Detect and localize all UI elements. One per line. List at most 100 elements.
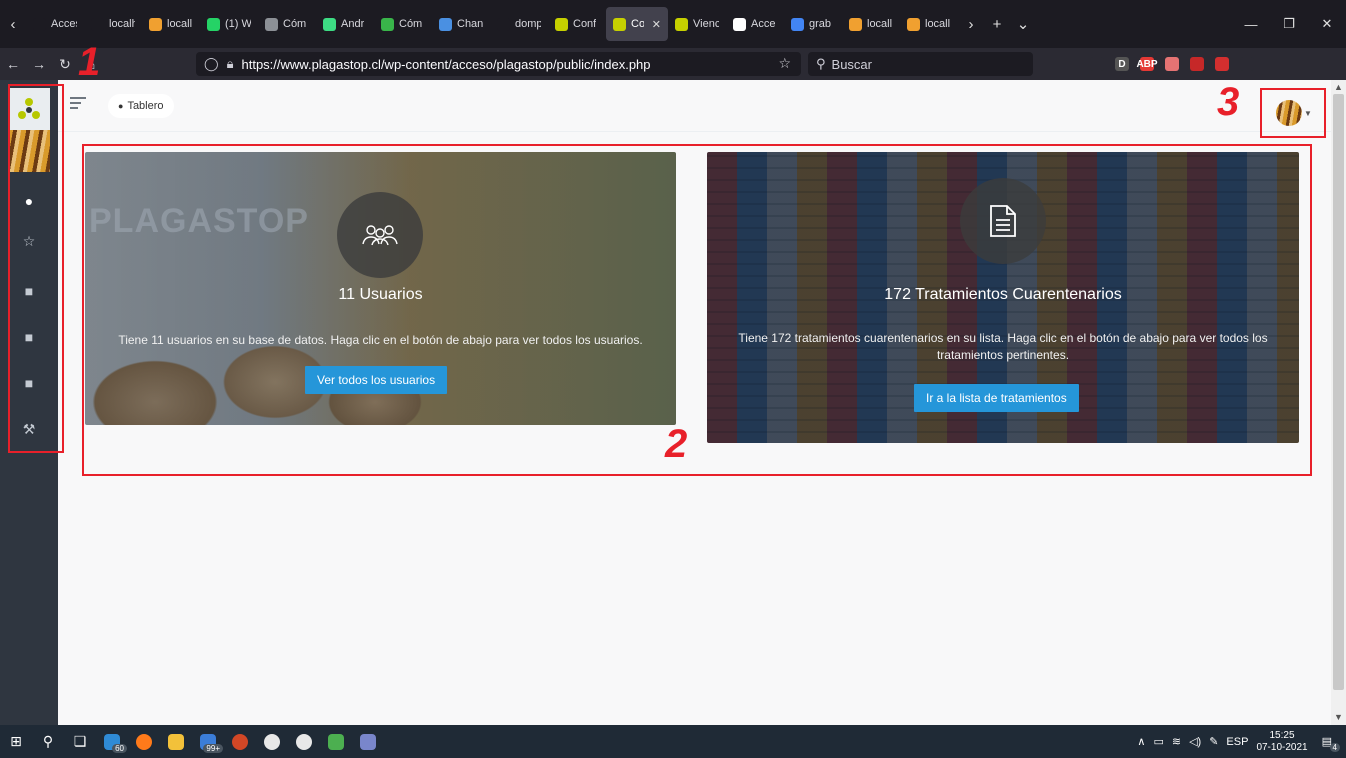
browser-tab[interactable]: Vienc [668, 7, 726, 41]
browser-tab[interactable]: Conf [548, 7, 606, 41]
favicon-icon [791, 17, 804, 31]
bookmark-star-icon[interactable]: ☆ [778, 55, 791, 72]
taskbar-app-9[interactable] [352, 725, 384, 758]
extension-icon[interactable]: D [1115, 57, 1129, 71]
annotation-box-3 [1260, 88, 1326, 138]
extension-icon[interactable]: ABP [1136, 57, 1158, 71]
search-input[interactable]: ⚲ Buscar [808, 52, 1033, 76]
scroll-thumb[interactable] [1333, 94, 1344, 690]
browser-tab[interactable]: locall [900, 7, 958, 41]
tab-label: Acce [751, 18, 776, 30]
browser-tab[interactable]: Acceso F [26, 7, 84, 41]
volume-icon[interactable]: ◁) [1189, 735, 1201, 748]
taskbar-badge: 99+ [203, 744, 223, 753]
taskbar-app-7[interactable] [288, 725, 320, 758]
browser-tab[interactable]: Acce [726, 7, 784, 41]
taskbar-app-8[interactable] [320, 725, 352, 758]
shield-icon: ◯ [204, 56, 219, 71]
taskbar-badge: 60 [112, 744, 127, 753]
extension-icon[interactable] [1165, 57, 1179, 71]
tabs-scroll-right-icon[interactable]: › [958, 0, 984, 48]
chevron-up-icon[interactable]: ∧ [1137, 735, 1145, 748]
favicon-icon [907, 17, 920, 31]
taskbar-app-6[interactable] [256, 725, 288, 758]
favicon-icon [497, 17, 510, 31]
favicon-icon [439, 17, 452, 31]
browser-tab[interactable]: grab [784, 7, 842, 41]
battery-icon[interactable]: ▭ [1153, 735, 1163, 748]
breadcrumb-label: Tablero [127, 100, 164, 112]
extensions-toolbar: D ABP [1090, 48, 1254, 80]
scroll-down-icon[interactable]: ▼ [1333, 712, 1344, 723]
system-tray: ∧ ▭ ≋ ◁) ✎ ESP 15:25 07-10-2021 ▤ 4 [1137, 725, 1346, 758]
tab-label: Cóm [399, 18, 423, 30]
browser-tab[interactable]: localhost [84, 7, 142, 41]
paint-icon [360, 733, 376, 750]
favicon-icon [381, 17, 394, 31]
annotation-number-1: 1 [78, 40, 101, 84]
favicon-icon [207, 17, 220, 31]
browser-tab[interactable]: Andr [316, 7, 374, 41]
taskbar-app-mail[interactable]: 99+ [192, 725, 224, 758]
browser-tab[interactable]: locall [842, 7, 900, 41]
language-indicator[interactable]: ESP [1226, 736, 1248, 748]
browser-tab[interactable]: locall [142, 7, 200, 41]
wifi-icon[interactable]: ≋ [1172, 735, 1181, 748]
url-text: https://www.plagastop.cl/wp-content/acce… [241, 56, 651, 72]
clock-time: 15:25 [1269, 729, 1295, 741]
notifications-icon[interactable]: ▤ 4 [1316, 735, 1340, 752]
annotation-number-2: 2 [665, 422, 688, 466]
extension-icon[interactable] [1190, 57, 1204, 71]
favicon-icon [733, 17, 746, 31]
close-tab-icon[interactable]: ✕ [652, 18, 661, 31]
task-view-icon[interactable]: ❏ [64, 725, 96, 758]
tab-label: (1) W [225, 18, 251, 30]
extension-icon[interactable] [1240, 57, 1254, 71]
clock[interactable]: 15:25 07-10-2021 [1256, 730, 1307, 754]
taskbar-app-firefox[interactable] [128, 725, 160, 758]
app-header: ● Tablero ▼ [58, 80, 1331, 132]
breadcrumb[interactable]: ● Tablero [108, 94, 174, 118]
close-window-icon[interactable]: ✕ [1308, 0, 1346, 48]
reload-icon[interactable]: ↻ [52, 48, 78, 80]
forward-icon[interactable]: → [26, 48, 52, 80]
windows-start-icon[interactable]: ⊞ [0, 725, 32, 758]
annotation-number-3: 3 [1217, 80, 1240, 124]
url-bar[interactable]: ◯ 🔒︎ https://www.plagastop.cl/wp-content… [196, 52, 801, 76]
restore-icon[interactable]: ❐ [1270, 0, 1308, 48]
tabs-scroll-left-icon[interactable]: ‹ [0, 0, 26, 48]
tab-list-icon[interactable]: ⌄ [1010, 0, 1036, 48]
minimize-icon[interactable]: — [1232, 0, 1270, 48]
new-tab-icon[interactable]: + [984, 0, 1010, 48]
extension-icon[interactable] [1090, 57, 1104, 71]
favicon-icon [91, 17, 104, 31]
favicon-icon [265, 17, 278, 31]
taskbar-app-files[interactable]: 60 [96, 725, 128, 758]
page-scrollbar[interactable]: ▲ ▼ [1331, 80, 1346, 725]
taskbar-app-explorer[interactable] [160, 725, 192, 758]
tab-label: Co [631, 18, 644, 30]
annotation-box-1 [8, 84, 64, 453]
search-icon[interactable]: ⚲ [32, 725, 64, 758]
back-icon[interactable]: ← [0, 48, 26, 80]
pen-icon[interactable]: ✎ [1209, 735, 1218, 748]
search-icon: ⚲ [816, 56, 826, 71]
browser-tab[interactable]: Cóm [258, 7, 316, 41]
tab-label: Andr [341, 18, 365, 30]
browser-tab[interactable]: dompdf [490, 7, 548, 41]
extension-icon[interactable] [1215, 57, 1229, 71]
scroll-up-icon[interactable]: ▲ [1333, 82, 1344, 93]
menu-toggle-icon[interactable] [70, 97, 86, 111]
browser-tab[interactable]: Cóm [374, 7, 432, 41]
browser-tab[interactable]: Chan [432, 7, 490, 41]
tab-label: locall [925, 18, 951, 30]
browser-tab[interactable]: Co ✕ [606, 7, 668, 41]
browser-tab[interactable]: (1) W [200, 7, 258, 41]
app-icon [296, 733, 312, 750]
tab-label: Chan [457, 18, 483, 30]
app-icon [264, 733, 280, 750]
taskbar-app-powerpoint[interactable] [224, 725, 256, 758]
favicon-icon [613, 17, 626, 31]
firefox-icon [136, 733, 152, 750]
favicon-icon [675, 17, 688, 31]
